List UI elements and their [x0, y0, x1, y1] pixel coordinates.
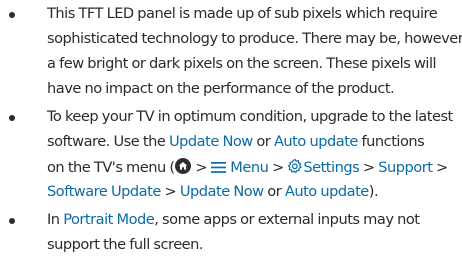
- text-segment: >: [432, 159, 448, 176]
- text-line: This TFT LED panel is made up of sub pix…: [47, 5, 438, 22]
- auto-update-label: Auto update: [273, 133, 358, 150]
- text-line: have no impact on the performance of the…: [47, 80, 395, 97]
- text-line: To keep your TV in optimum condition, up…: [47, 108, 453, 125]
- text-segment: >: [359, 159, 379, 176]
- text-segment: >: [160, 183, 180, 200]
- text-line: Software Update > Update Now or Auto upd…: [47, 183, 379, 201]
- text-segment: >: [268, 159, 288, 176]
- text-segment: , some apps or external inputs may not: [154, 211, 420, 228]
- settings-label: Settings: [303, 159, 360, 176]
- bullet-icon: [9, 12, 15, 18]
- hamburger-menu-icon: [210, 161, 227, 179]
- text-line: support the full screen.: [47, 236, 204, 253]
- support-label: Support: [378, 159, 433, 176]
- text-segment: ).: [368, 183, 379, 200]
- text-line: sophisticated technology to produce. The…: [47, 30, 462, 47]
- text-segment: >: [191, 159, 211, 176]
- auto-update-label: Auto update: [284, 183, 369, 200]
- text-line: In Portrait Mode, some apps or external …: [47, 211, 420, 229]
- gear-icon: [287, 158, 303, 179]
- text-segment: or: [252, 133, 274, 150]
- text-segment: In: [47, 211, 64, 228]
- update-now-label: Update Now: [168, 133, 253, 150]
- menu-label: Menu: [230, 159, 269, 176]
- bullet-icon: [9, 218, 15, 224]
- software-update-label: Software Update: [47, 183, 161, 200]
- update-now-label: Update Now: [179, 183, 264, 200]
- text-segment: functions: [357, 133, 425, 150]
- portrait-mode-label: Portrait Mode: [63, 211, 155, 228]
- text-line: a few bright or dark pixels on the scree…: [47, 55, 437, 72]
- home-icon: [174, 158, 191, 174]
- bullet-icon: [9, 115, 15, 121]
- text-line: software. Use the Update Now or Auto upd…: [47, 133, 425, 151]
- notes-document: This TFT LED panel is made up of sub pix…: [0, 0, 462, 263]
- text-segment: software. Use the: [47, 133, 169, 150]
- text-segment: or: [263, 183, 285, 200]
- text-line: on the TV's menu ( > Menu > Settings > S…: [47, 158, 448, 179]
- text-segment: on the TV's menu (: [47, 159, 175, 176]
